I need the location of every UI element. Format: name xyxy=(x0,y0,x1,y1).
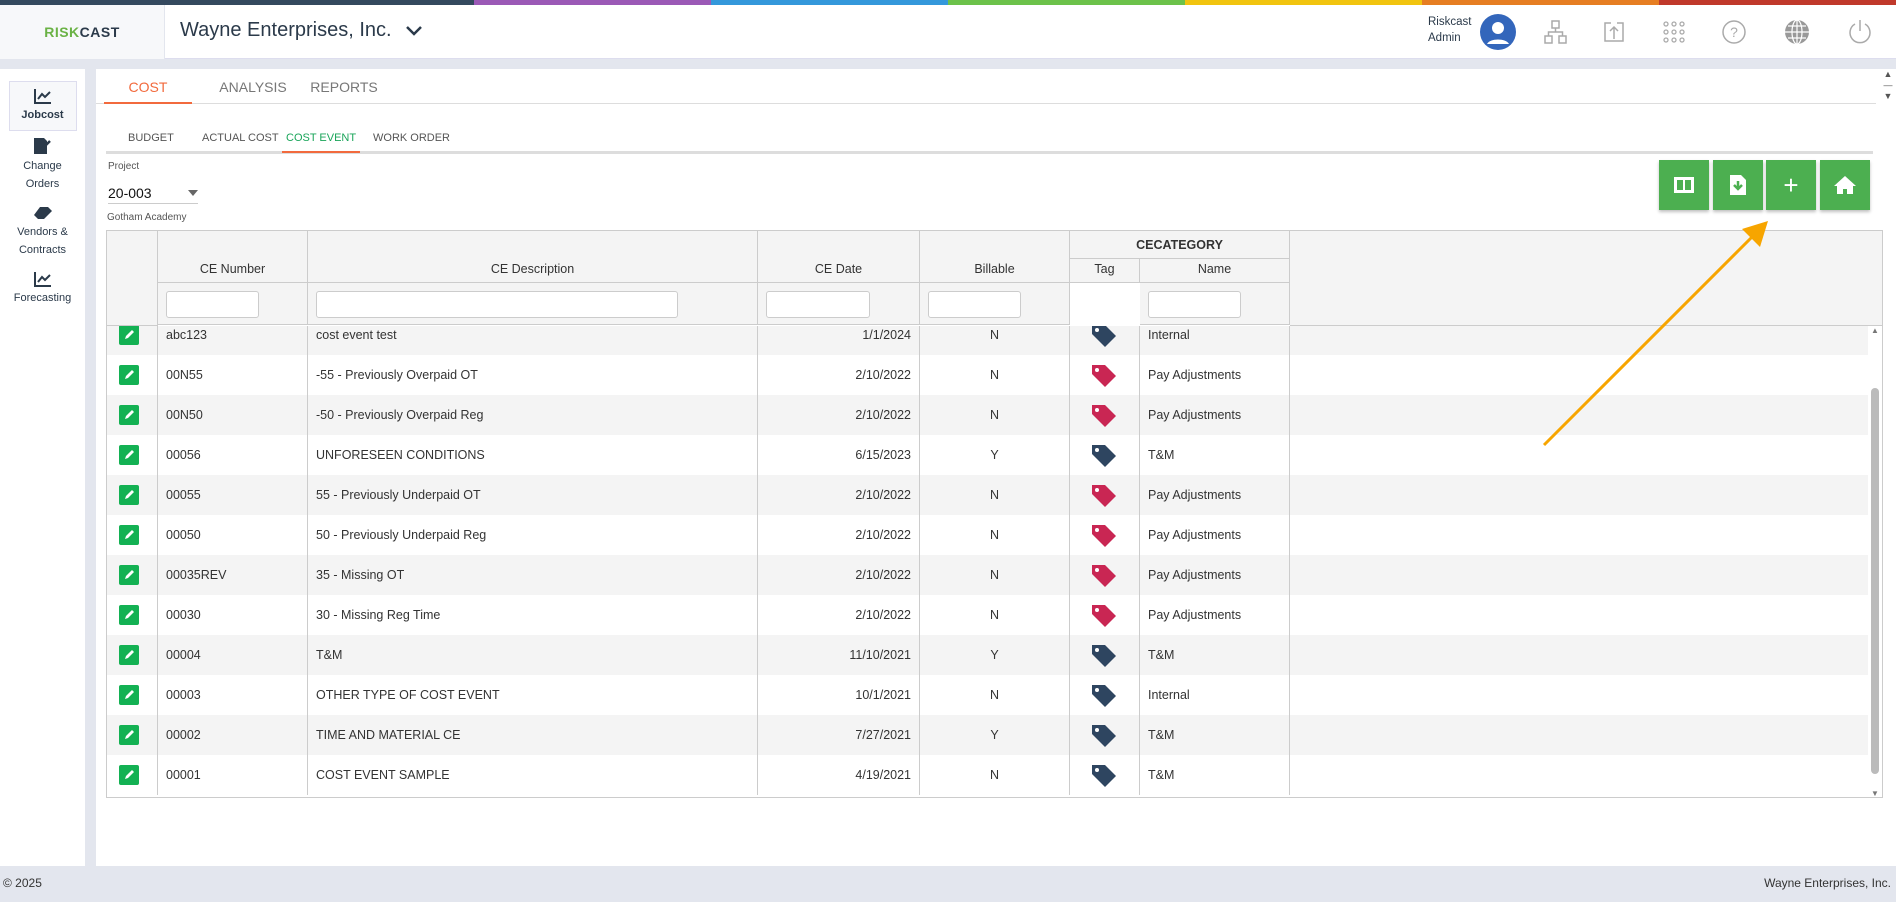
annotation-arrow xyxy=(1542,221,1768,447)
